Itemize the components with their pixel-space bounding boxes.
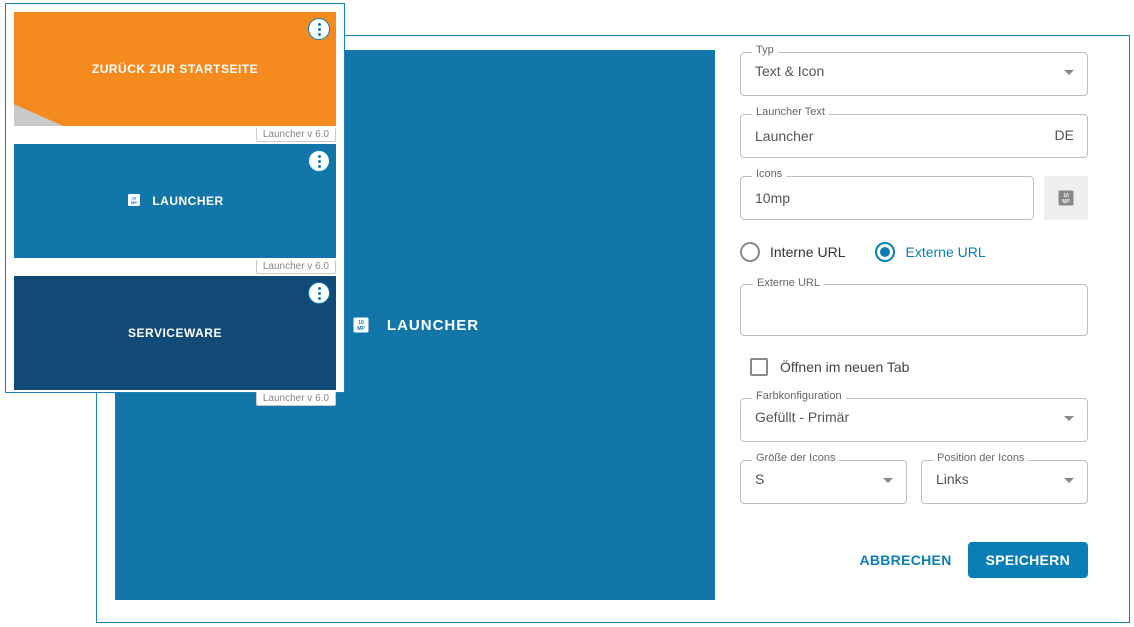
launcher-text-field[interactable]: [740, 114, 1088, 158]
chevron-down-icon: [883, 478, 893, 483]
type-value: Text & Icon: [740, 52, 1088, 96]
checkbox-icon: [750, 358, 768, 376]
icon-position-select[interactable]: Links Position der Icons: [921, 460, 1088, 504]
type-select[interactable]: Text & Icon Typ: [740, 52, 1088, 96]
launcher-card[interactable]: ZURÜCK ZUR STARTSEITE Launcher v 6.0: [14, 12, 336, 126]
card-label: SERVICEWARE: [128, 326, 222, 340]
radio-internal-url[interactable]: Interne URL: [740, 242, 845, 262]
radio-external-label: Externe URL: [905, 244, 985, 260]
icons-field[interactable]: [740, 176, 1034, 220]
launcher-text-label: Launcher Text: [752, 106, 829, 118]
card-version-tag: Launcher v 6.0: [256, 128, 336, 142]
10mp-icon: 10MP: [126, 192, 142, 211]
type-label: Typ: [752, 44, 778, 56]
save-button[interactable]: SPEICHERN: [968, 542, 1088, 578]
10mp-icon: 10MP: [351, 315, 371, 335]
icons-label: Icons: [752, 168, 786, 180]
svg-text:MP: MP: [131, 200, 137, 205]
language-suffix: DE: [1055, 127, 1074, 143]
card-menu-button[interactable]: [308, 282, 330, 304]
external-url-input[interactable]: Externe URL: [740, 284, 1088, 336]
card-menu-button[interactable]: [308, 18, 330, 40]
card-menu-button[interactable]: [308, 150, 330, 172]
svg-text:MP: MP: [357, 326, 365, 332]
chevron-down-icon: [1064, 478, 1074, 483]
preview-label: LAUNCHER: [387, 317, 479, 334]
color-config-value: Gefüllt - Primär: [740, 398, 1088, 442]
color-config-label: Farbkonfiguration: [752, 390, 846, 402]
form-panel: Text & Icon Typ Launcher Text DE Icons 1…: [740, 52, 1088, 578]
icon-preview: 10MP: [1044, 176, 1088, 220]
color-config-select[interactable]: Gefüllt - Primär Farbkonfiguration: [740, 398, 1088, 442]
more-vertical-icon: [318, 23, 321, 36]
launcher-text-input[interactable]: Launcher Text DE: [740, 114, 1088, 158]
card-corner-decoration: [14, 104, 64, 126]
external-url-label: Externe URL: [753, 277, 824, 289]
card-version-tag: Launcher v 6.0: [256, 392, 336, 406]
card-version-tag: Launcher v 6.0: [256, 260, 336, 274]
more-vertical-icon: [318, 155, 321, 168]
open-new-tab-checkbox[interactable]: Öffnen im neuen Tab: [740, 358, 1088, 376]
svg-text:MP: MP: [1062, 199, 1070, 205]
radio-internal-label: Interne URL: [770, 244, 845, 260]
launcher-card[interactable]: 10MP LAUNCHER Launcher v 6.0: [14, 144, 336, 258]
more-vertical-icon: [318, 287, 321, 300]
chevron-down-icon: [1064, 70, 1074, 75]
icon-size-select[interactable]: S Größe der Icons: [740, 460, 907, 504]
launcher-card[interactable]: SERVICEWARE Launcher v 6.0: [14, 276, 336, 390]
open-new-tab-label: Öffnen im neuen Tab: [780, 359, 909, 375]
icons-input[interactable]: Icons: [740, 176, 1034, 220]
icon-position-label: Position der Icons: [933, 452, 1028, 464]
radio-external-url[interactable]: Externe URL: [875, 242, 985, 262]
chevron-down-icon: [1064, 416, 1074, 421]
form-actions: ABBRECHEN SPEICHERN: [740, 542, 1088, 578]
icon-size-value: S: [740, 460, 907, 504]
cancel-button[interactable]: ABBRECHEN: [859, 552, 951, 568]
icon-position-value: Links: [921, 460, 1088, 504]
card-label: LAUNCHER: [152, 194, 223, 208]
card-label: ZURÜCK ZUR STARTSEITE: [92, 62, 258, 76]
url-type-radio-group: Interne URL Externe URL: [740, 242, 1088, 262]
launcher-cards-list: ZURÜCK ZUR STARTSEITE Launcher v 6.0 10M…: [5, 3, 345, 393]
icon-size-label: Größe der Icons: [752, 452, 839, 464]
